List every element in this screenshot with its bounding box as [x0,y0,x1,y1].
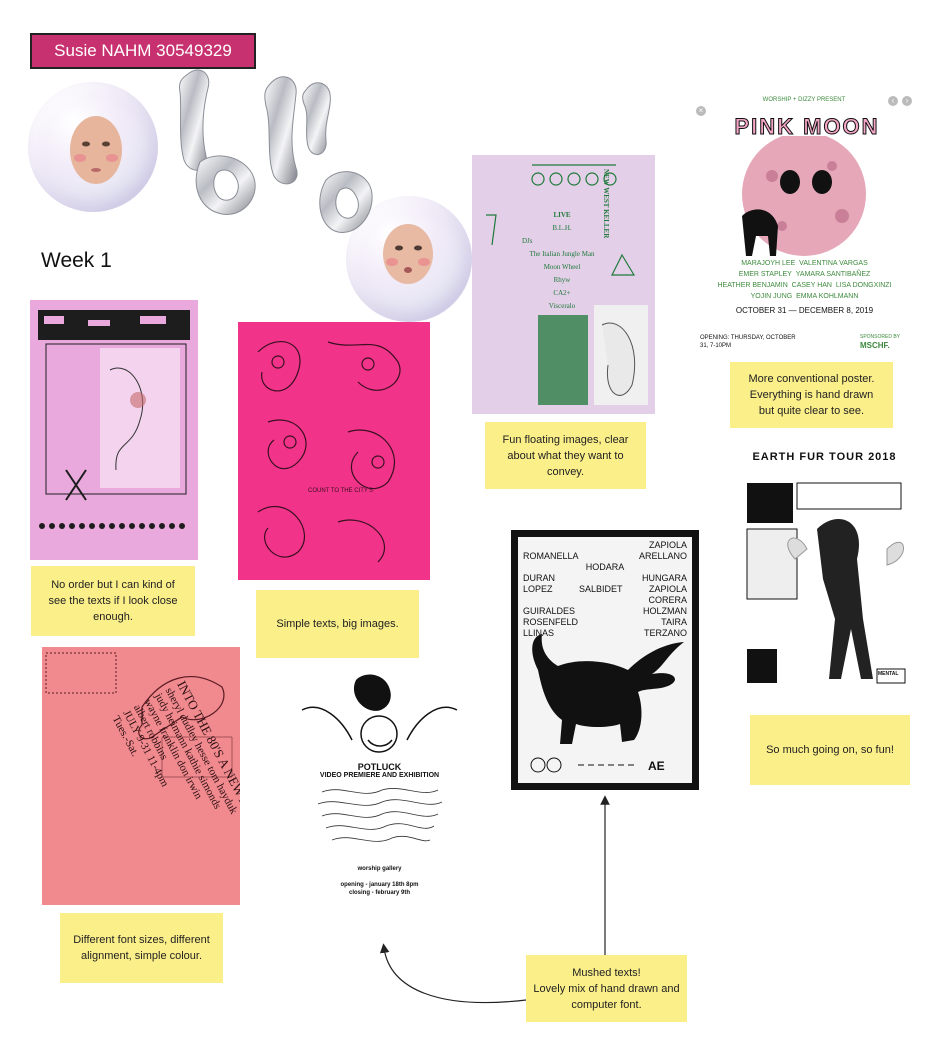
name-item: GUIRALDES [523,606,576,616]
doll-face-icon [70,116,122,184]
earth-fur-collage [746,482,906,684]
flyer-lineup-1: B.L.H. [552,224,572,232]
note-floating-images: Fun floating images, clear about what th… [485,422,646,489]
flyer-dj-1: The Italian Jungle Man [529,250,595,258]
potluck-title: POTLUCK [357,762,402,772]
note-simple-texts: Simple texts, big images. [256,590,419,658]
note-so-much-going-on: So much going on, so fun! [750,715,910,785]
pink-moon-artist: CASEY HAN [791,282,832,289]
svg-text:COUNT TO THE CITY'S: COUNT TO THE CITY'S [308,488,373,494]
potluck-scribble-names [317,788,443,842]
name-item: HODARA [585,562,625,572]
poster-magenta-sketch: COUNT TO THE CITY'S [238,322,430,580]
name-item: HUNGARA [641,573,687,583]
pink-moon-artist: YAMARA SANTIBAÑEZ [795,271,871,278]
pink-moon-dates: OCTOBER 31 — DECEMBER 8, 2019 [735,306,874,315]
earth-fur-badge: MENTAL [878,671,899,677]
note-mushed-texts: Mushed texts! Lovely mix of hand drawn a… [526,955,687,1022]
flyer-dj-2: Rhyw [553,276,571,284]
flyer-lineup-2: Moon Wheel [543,263,581,271]
potluck-hands-illustration [301,674,458,753]
pink-moon-artist: MARAJOYH LEE [741,260,796,267]
close-icon[interactable]: × [696,106,706,116]
poster-salmon-80s: INTO THE 80'S A NEW AESTHETIC? sheryl du… [42,647,240,905]
name-item: CORERA [648,595,687,605]
name-item: HOLZMAN [642,606,687,616]
face-bubble-left [28,82,158,212]
winged-creature-icon: AE [530,634,684,773]
pink-moon-artist: EMMA KOHLMANN [796,293,859,300]
note-no-order: No order but I can kind of see the texts… [31,566,195,636]
poster-pink-moon: × ‹ › WORSHIP + DIZZY PRESENT PINK MOON … [692,92,917,354]
pink-moon-artists: MARAJOYH LEE VALENTINA VARGAS EMER STAPL… [702,258,907,302]
pink-moon-artist: LISA DONGXINZI [835,282,892,289]
poster-potluck: POTLUCK VIDEO PREMIERE AND EXHIBITION wo… [282,670,477,935]
moon-cat-illustration [742,136,866,256]
potluck-venue: worship gallery [357,866,402,872]
pink-moon-sponsor: MSCHF. [860,341,890,350]
poster-names-creature: ZAPIOLA ROMANELLA ARELLANO HODARA DURAN HU… [511,530,699,790]
note-conventional-poster: More conventional poster. Everything is … [730,362,893,428]
name-item: ARELLANO [638,551,687,561]
flyer-heading: NEW WEST KELLER [602,169,610,239]
name-item: DURAN [523,573,556,583]
chevron-right-icon[interactable]: › [902,96,912,106]
name-item: ZAPIOLA [648,540,687,550]
pink-moon-artist: VALENTINA VARGAS [799,260,868,267]
potluck-opening: opening - january 18th 8pm [340,882,419,888]
poster-lilac-event: LIVE B.L.H. DJs The Italian Jungle Man M… [472,155,655,414]
name-item: ROMANELLA [523,551,579,561]
name-item: TAIRA [661,617,687,627]
chrome-letters-graphic [179,69,373,233]
pink-moon-opening: OPENING: THURSDAY, OCTOBER 31, 7-10PM [700,335,796,349]
pink-moon-presenter: WORSHIP + DIZZY PRESENT [762,97,846,103]
name-item: ROSENFELD [523,617,579,627]
pink-moon-sponsor-label: SPONSORED BY [860,334,901,340]
potluck-subtitle: VIDEO PREMIERE AND EXHIBITION [319,772,440,779]
flyer-djs-label: DJs [522,237,533,245]
flyer-lineup-3: CA2+ [553,289,571,297]
week-label: Week 1 [41,249,112,272]
pink-moon-artist: YOJIN JUNG [750,293,793,300]
potluck-closing: closing - february 9th [348,890,410,896]
poster-earth-fur: EARTH FUR TOUR 2018 MENTAL [737,447,912,715]
name-item: ZAPIOLA [648,584,687,594]
note-font-sizes: Different font sizes, different alignmen… [60,913,223,983]
flyer-lineup-4: Visceralo [548,302,576,310]
svg-text:AE: AE [648,759,665,773]
pink-moon-artist: HEATHER BENJAMIN [717,282,788,289]
poster-pink-collage [30,300,198,560]
names-list: ZAPIOLA ROMANELLA ARELLANO HODARA DURAN HU… [523,540,687,639]
flyer-live-label: LIVE [553,211,571,219]
name-item: LOPEZ [523,584,553,594]
earth-fur-title: EARTH FUR TOUR 2018 [752,451,897,463]
pink-moon-artist: EMER STAPLEY [738,271,792,278]
chevron-left-icon[interactable]: ‹ [888,96,898,106]
name-item: SALBIDET [578,584,623,594]
